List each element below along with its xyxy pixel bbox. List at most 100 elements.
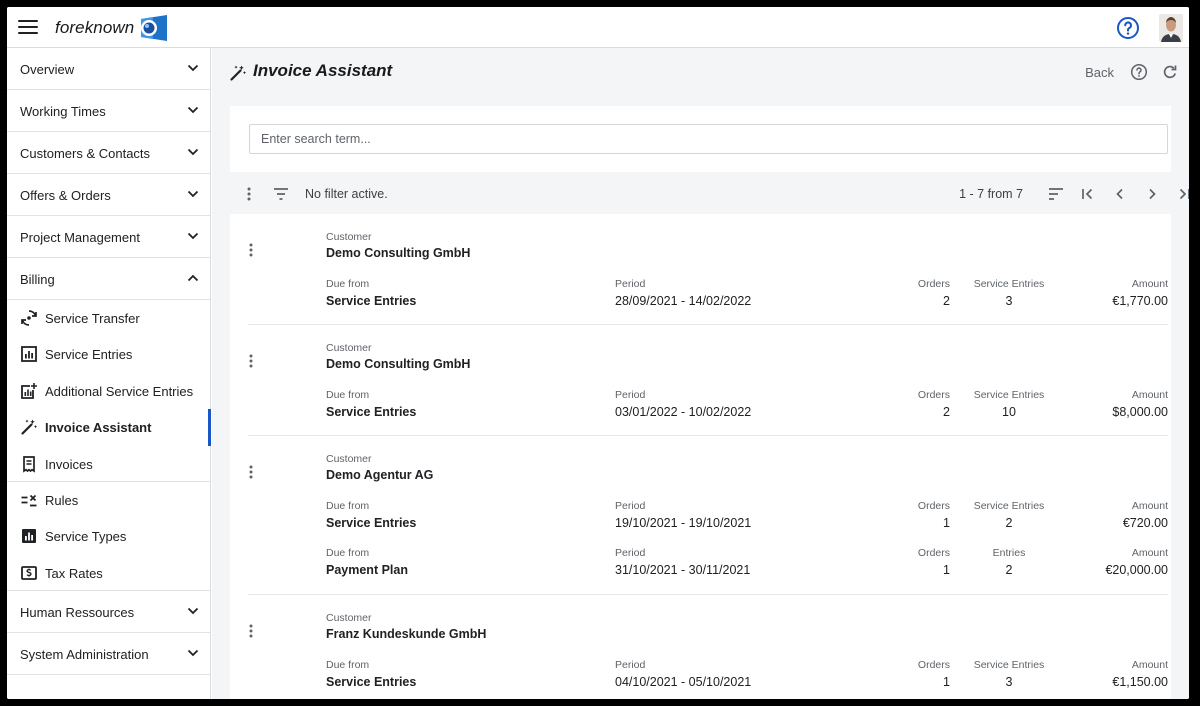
more-vert-icon[interactable]	[243, 242, 259, 258]
list-item[interactable]: Customer Franz Kundeskunde GmbH Due from…	[230, 595, 1171, 699]
customer-name: Demo Consulting GmbH	[326, 246, 471, 260]
period-caption: Period	[615, 500, 646, 512]
sidebar-group-label: Overview	[20, 62, 75, 77]
orders-caption: Orders	[917, 278, 950, 290]
sidebar: Overview Working Times Customers & Conta…	[7, 48, 211, 699]
chevron-right-icon[interactable]	[1143, 185, 1161, 203]
page-title: Invoice Assistant	[253, 61, 393, 80]
help-icon[interactable]	[1130, 63, 1148, 81]
more-vert-icon[interactable]	[243, 353, 259, 369]
orders-value: 1	[943, 563, 950, 577]
period-value: 03/01/2022 - 10/02/2022	[615, 405, 752, 419]
due-caption: Due from	[326, 500, 370, 512]
back-button[interactable]: Back	[1085, 65, 1114, 80]
sidebar-group-label: System Administration	[20, 647, 149, 663]
orders-value: 1	[943, 675, 950, 689]
magic-wand-icon	[230, 65, 247, 81]
due-value: Service Entries	[326, 516, 417, 530]
sidebar-item-additional-service-entries[interactable]: Additional Service Entries	[7, 373, 210, 409]
customer-name: Demo Agentur AG	[326, 468, 434, 482]
logo-icon	[141, 15, 167, 41]
due-value: Service Entries	[326, 675, 417, 689]
bar-chart-icon	[21, 346, 37, 363]
sidebar-item-label: Service Entries	[45, 347, 133, 363]
period-value: 31/10/2021 - 30/11/2021	[615, 563, 751, 577]
help-icon[interactable]	[1116, 16, 1140, 40]
sidebar-group-human-ressources[interactable]: Human Ressources	[7, 591, 210, 634]
sidebar-item-tax-rates[interactable]: Tax Rates	[7, 555, 210, 592]
money-icon	[21, 565, 37, 580]
sidebar-group-label: Offers & Orders	[20, 188, 111, 203]
sidebar-group-label: Human Ressources	[20, 605, 135, 621]
sidebar-item-service-transfer[interactable]: Service Transfer	[7, 300, 210, 336]
sidebar-item-service-entries[interactable]: Service Entries	[7, 336, 210, 372]
more-vert-icon[interactable]	[243, 623, 259, 639]
sidebar-item-service-types[interactable]: Service Types	[7, 518, 210, 554]
menu-icon[interactable]	[18, 19, 38, 35]
sidebar-item-rules[interactable]: Rules	[7, 482, 210, 518]
first-page-icon[interactable]	[1079, 185, 1097, 203]
customer-name: Franz Kundeskunde GmbH	[326, 627, 487, 641]
amount-value: €20,000.00	[1105, 563, 1168, 577]
amount-caption: Amount	[1131, 389, 1168, 401]
sidebar-item-invoices[interactable]: Invoices	[7, 446, 210, 482]
more-vert-icon[interactable]	[241, 186, 257, 202]
sidebar-item-invoice-assistant[interactable]: Invoice Assistant	[7, 409, 211, 446]
orders-value: 2	[943, 294, 950, 308]
sidebar-group-offers-orders[interactable]: Offers & Orders	[7, 174, 210, 216]
page-header: Invoice Assistant Back	[212, 48, 1189, 98]
sidebar-group-system-administration[interactable]: System Administration	[7, 633, 210, 676]
chevron-down-icon	[187, 649, 199, 657]
sidebar-group-working-times[interactable]: Working Times	[7, 90, 210, 132]
chevron-down-icon	[187, 232, 199, 240]
list-toolbar: No filter active. 1 - 7 from 7	[230, 176, 1189, 212]
list-item[interactable]: Customer Demo Consulting GmbH Due from S…	[230, 325, 1171, 436]
amount-value: €1,770.00	[1112, 294, 1168, 308]
due-value: Payment Plan	[326, 563, 408, 577]
sidebar-group-customers-contacts[interactable]: Customers & Contacts	[7, 132, 210, 174]
orders-caption: Orders	[917, 659, 950, 671]
count-value: 2	[1005, 563, 1013, 577]
pagination-range: 1 - 7 from 7	[959, 187, 1023, 201]
magic-wand-icon	[21, 419, 38, 435]
list-item[interactable]: Customer Demo Agentur AG Due from Servic…	[230, 436, 1171, 595]
customer-caption: Customer	[326, 453, 372, 465]
refresh-icon[interactable]	[1161, 63, 1179, 81]
sidebar-group-billing[interactable]: Billing	[7, 258, 210, 300]
sidebar-item-label: Tax Rates	[45, 565, 103, 581]
filter-status: No filter active.	[305, 187, 388, 201]
sidebar-item-label: Service Types	[45, 529, 127, 545]
sort-icon[interactable]	[1047, 185, 1065, 203]
count-caption: Service Entries	[973, 389, 1045, 401]
more-vert-icon[interactable]	[243, 464, 259, 480]
sidebar-group-project-management[interactable]: Project Management	[7, 216, 210, 258]
amount-value: $8,000.00	[1112, 405, 1168, 419]
transfer-icon	[21, 310, 37, 326]
period-value: 28/09/2021 - 14/02/2022	[615, 294, 752, 308]
chevron-left-icon[interactable]	[1111, 185, 1129, 203]
period-value: 04/10/2021 - 05/10/2021	[615, 675, 752, 689]
sidebar-group-label: Project Management	[20, 230, 140, 245]
sidebar-item-label: Invoices	[45, 456, 93, 472]
due-value: Service Entries	[326, 405, 417, 419]
count-value: 10	[1002, 405, 1016, 419]
count-caption: Service Entries	[973, 278, 1045, 290]
amount-caption: Amount	[1131, 278, 1168, 290]
avatar[interactable]	[1159, 14, 1183, 42]
chart-add-icon	[21, 382, 37, 399]
count-value: 2	[1005, 516, 1013, 530]
invoice-list: Customer Demo Consulting GmbH Due from S…	[230, 214, 1171, 699]
chevron-down-icon	[187, 607, 199, 615]
chevron-down-icon	[187, 190, 199, 198]
filter-icon[interactable]	[272, 186, 290, 202]
last-page-icon[interactable]	[1175, 185, 1189, 203]
amount-caption: Amount	[1131, 500, 1168, 512]
sidebar-group-overview[interactable]: Overview	[7, 48, 210, 90]
orders-value: 1	[943, 516, 950, 530]
list-item[interactable]: Customer Demo Consulting GmbH Due from S…	[230, 214, 1171, 325]
search-input[interactable]	[249, 124, 1168, 154]
customer-caption: Customer	[326, 342, 372, 354]
sidebar-group-label: Working Times	[20, 104, 106, 119]
chevron-down-icon	[187, 148, 199, 156]
due-caption: Due from	[326, 278, 370, 290]
